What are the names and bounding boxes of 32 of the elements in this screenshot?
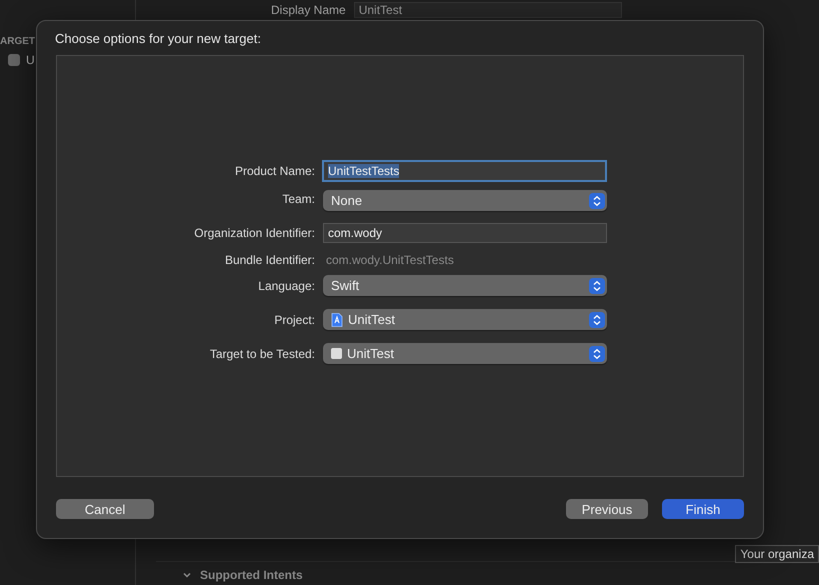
popup-button[interactable]: Swift	[323, 275, 607, 296]
target-checkbox-icon	[8, 54, 20, 66]
field-label: Product Name:	[234, 164, 315, 178]
section-label: ARGET	[0, 36, 35, 47]
setting-label: Display Name	[271, 3, 346, 17]
document-icon	[331, 312, 343, 326]
popup-button[interactable]: None	[323, 190, 607, 211]
up-down-arrows-icon	[589, 346, 605, 362]
chevron-icon[interactable]	[182, 570, 192, 580]
popup-button[interactable]: UnitTest	[323, 309, 607, 330]
target-square-icon	[331, 348, 342, 359]
up-down-arrows-icon	[589, 312, 605, 328]
dialog-button[interactable]: Cancel	[56, 499, 154, 519]
dialog-title: Choose options for your new target:	[54, 30, 262, 48]
sidebar-item[interactable]: U	[26, 53, 35, 67]
field-label: Language:	[257, 278, 315, 292]
bundle-identifier-value: com.wody.UnitTestTests	[325, 253, 455, 267]
text-field[interactable]: UnitTestTests	[322, 160, 607, 182]
dialog-button[interactable]: Previous	[566, 499, 648, 519]
up-down-arrows-icon	[589, 278, 605, 294]
display-name-field[interactable]: UnitTest	[354, 2, 622, 18]
section-title: Supported Intents	[200, 568, 303, 582]
up-down-arrows-icon	[589, 192, 605, 208]
field-label: Target to be Tested:	[208, 346, 315, 360]
field-label: Organization Identifier:	[193, 226, 315, 240]
field-label: Team:	[281, 192, 315, 206]
field-label: Bundle Identifier:	[224, 253, 315, 267]
tooltip: Your organiza	[735, 545, 819, 563]
field-label: Project:	[273, 312, 315, 326]
text-field[interactable]: com.wody	[323, 223, 607, 243]
dialog-button[interactable]: Finish	[662, 499, 744, 519]
popup-button[interactable]: UnitTest	[323, 343, 607, 364]
